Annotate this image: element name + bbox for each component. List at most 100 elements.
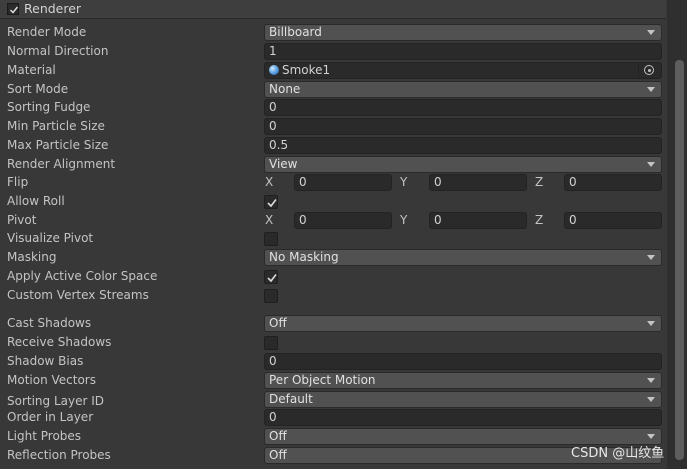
checkmark-icon <box>267 199 277 208</box>
custom-vertex-streams-checkbox[interactable] <box>264 289 278 303</box>
checkmark-icon <box>267 274 277 283</box>
pivot-z-label[interactable]: Z <box>535 213 543 227</box>
dropdown-arrow-icon <box>647 255 655 260</box>
scrollbar-thumb[interactable] <box>675 60 684 460</box>
pivot-y-label[interactable]: Y <box>400 213 407 227</box>
pivot-label: Pivot <box>7 213 37 227</box>
motion-vectors-row: Motion Vectors Per Object Motion <box>0 371 666 390</box>
pivot-row: Pivot X 0 Y 0 Z 0 <box>0 211 666 230</box>
sorting-fudge-row: Sorting Fudge 0 <box>0 98 666 117</box>
custom-vertex-streams-row: Custom Vertex Streams <box>0 286 666 305</box>
light-probes-value: Off <box>269 429 287 443</box>
motion-vectors-label: Motion Vectors <box>7 373 96 387</box>
cast-shadows-dropdown[interactable]: Off <box>264 315 662 332</box>
reflection-probes-value: Off <box>269 448 287 462</box>
order-in-layer-label: Order in Layer <box>7 410 94 424</box>
sorting-fudge-input[interactable]: 0 <box>264 99 662 116</box>
render-alignment-dropdown[interactable]: View <box>264 156 662 173</box>
max-particle-size-input[interactable]: 0.5 <box>264 137 662 154</box>
flip-row: Flip X 0 Y 0 Z 0 <box>0 173 666 192</box>
allow-roll-row: Allow Roll <box>0 192 666 211</box>
checkmark-icon <box>9 6 19 14</box>
dropdown-arrow-icon <box>647 30 655 35</box>
sorting-fudge-label: Sorting Fudge <box>7 100 91 114</box>
light-probes-row: Light Probes Off <box>0 427 666 446</box>
visualize-pivot-row: Visualize Pivot <box>0 229 666 248</box>
min-particle-size-label: Min Particle Size <box>7 119 105 133</box>
shadow-bias-input[interactable]: 0 <box>264 353 662 370</box>
material-row: Material Smoke1 <box>0 61 666 80</box>
material-value: Smoke1 <box>282 63 331 77</box>
masking-row: Masking No Masking <box>0 248 666 267</box>
flip-y-input[interactable]: 0 <box>429 174 527 191</box>
reflection-probes-row: Reflection Probes Off <box>0 446 666 465</box>
watermark-text: CSDN @山纹鱼 <box>571 446 665 461</box>
order-in-layer-input[interactable]: 0 <box>264 409 662 426</box>
cast-shadows-row: Cast Shadows Off <box>0 314 666 333</box>
object-picker-button[interactable] <box>638 63 661 78</box>
apply-active-color-space-row: Apply Active Color Space <box>0 267 666 286</box>
module-title: Renderer <box>24 1 82 16</box>
allow-roll-label: Allow Roll <box>7 194 65 208</box>
motion-vectors-value: Per Object Motion <box>269 373 376 387</box>
dropdown-arrow-icon <box>647 397 655 402</box>
renderer-enabled-checkbox[interactable] <box>7 3 19 15</box>
dropdown-arrow-icon <box>647 162 655 167</box>
pivot-x-label[interactable]: X <box>265 213 273 227</box>
render-mode-dropdown[interactable]: Billboard <box>264 24 662 41</box>
render-mode-label: Render Mode <box>7 25 87 39</box>
pivot-z-input[interactable]: 0 <box>564 212 662 229</box>
motion-vectors-dropdown[interactable]: Per Object Motion <box>264 372 662 389</box>
material-label: Material <box>7 63 56 77</box>
sorting-layer-id-value: Default <box>269 392 313 406</box>
flip-z-input[interactable]: 0 <box>564 174 662 191</box>
render-alignment-label: Render Alignment <box>7 157 116 171</box>
sorting-layer-id-row: Sorting Layer ID Default <box>0 390 666 409</box>
flip-label: Flip <box>7 175 29 189</box>
vertical-scrollbar[interactable] <box>667 0 687 469</box>
render-mode-value: Billboard <box>269 25 322 39</box>
render-alignment-value: View <box>269 157 298 171</box>
reflection-probes-label: Reflection Probes <box>7 448 111 462</box>
sort-mode-dropdown[interactable]: None <box>264 81 662 98</box>
dropdown-arrow-icon <box>647 87 655 92</box>
max-particle-size-row: Max Particle Size 0.5 <box>0 136 666 155</box>
flip-x-input[interactable]: 0 <box>294 174 392 191</box>
pivot-y-input[interactable]: 0 <box>429 212 527 229</box>
dropdown-arrow-icon <box>647 378 655 383</box>
visualize-pivot-checkbox[interactable] <box>264 232 278 246</box>
normal-direction-input[interactable]: 1 <box>264 43 662 60</box>
receive-shadows-checkbox[interactable] <box>264 336 278 350</box>
render-alignment-row: Render Alignment View <box>0 155 666 174</box>
sorting-layer-id-dropdown[interactable]: Default <box>264 391 662 408</box>
sorting-layer-id-label: Sorting Layer ID <box>7 394 105 408</box>
cast-shadows-value: Off <box>269 316 287 330</box>
sort-mode-value: None <box>269 82 301 96</box>
render-mode-row: Render Mode Billboard <box>0 23 666 42</box>
masking-dropdown[interactable]: No Masking <box>264 249 662 266</box>
apply-active-color-space-checkbox[interactable] <box>264 270 278 284</box>
shadow-bias-row: Shadow Bias 0 <box>0 352 666 371</box>
material-object-field[interactable]: Smoke1 <box>264 62 662 79</box>
normal-direction-row: Normal Direction 1 <box>0 42 666 61</box>
min-particle-size-input[interactable]: 0 <box>264 118 662 135</box>
flip-x-label[interactable]: X <box>265 175 273 189</box>
masking-label: Masking <box>7 250 57 264</box>
max-particle-size-label: Max Particle Size <box>7 138 109 152</box>
renderer-module-header[interactable]: Renderer <box>0 0 666 19</box>
pivot-x-input[interactable]: 0 <box>294 212 392 229</box>
masking-value: No Masking <box>269 250 339 264</box>
shadow-bias-label: Shadow Bias <box>7 354 84 368</box>
order-in-layer-row: Order in Layer 0 <box>0 408 666 427</box>
material-sphere-icon <box>269 65 279 75</box>
flip-y-label[interactable]: Y <box>400 175 407 189</box>
min-particle-size-row: Min Particle Size 0 <box>0 117 666 136</box>
allow-roll-checkbox[interactable] <box>264 195 278 209</box>
light-probes-label: Light Probes <box>7 429 82 443</box>
apply-active-color-space-label: Apply Active Color Space <box>7 269 158 283</box>
flip-z-label[interactable]: Z <box>535 175 543 189</box>
dropdown-arrow-icon <box>647 434 655 439</box>
sort-mode-label: Sort Mode <box>7 82 69 96</box>
custom-vertex-streams-label: Custom Vertex Streams <box>7 288 149 302</box>
sort-mode-row: Sort Mode None <box>0 80 666 99</box>
